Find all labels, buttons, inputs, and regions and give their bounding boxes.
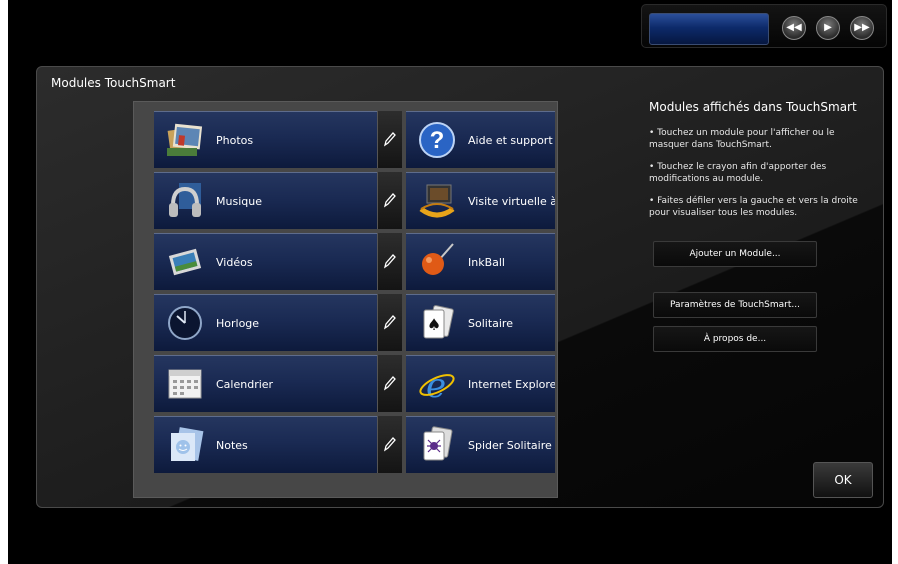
- media-transport-bar: ◀◀ ▶ ▶▶: [641, 4, 887, 48]
- ok-button[interactable]: OK: [813, 462, 873, 498]
- module-label: InkBall: [468, 256, 505, 269]
- module-notes[interactable]: Notes: [154, 416, 377, 473]
- internet-explorer-icon: e: [419, 366, 455, 404]
- module-videos[interactable]: Vidéos: [154, 233, 377, 290]
- edit-pencil-icon[interactable]: [377, 172, 402, 229]
- modules-dialog: Modules TouchSmart Photos Musique Vidéos…: [36, 66, 884, 508]
- edit-pencil-icon[interactable]: [377, 294, 402, 351]
- edit-pencil-icon[interactable]: [377, 416, 402, 473]
- module-label: Musique: [216, 195, 262, 208]
- module-label: Internet Explorer: [468, 378, 555, 391]
- svg-text:♠: ♠: [427, 315, 441, 334]
- module-photos[interactable]: Photos: [154, 111, 377, 168]
- add-module-button[interactable]: Ajouter un Module...: [653, 241, 817, 267]
- calendar-icon: [168, 369, 202, 399]
- edit-pencil-icon[interactable]: [377, 355, 402, 412]
- module-music[interactable]: Musique: [154, 172, 377, 229]
- module-spider-solitaire[interactable]: Spider Solitaire: [406, 416, 555, 473]
- info-heading: Modules affichés dans TouchSmart: [649, 100, 857, 114]
- music-icon: [169, 183, 201, 217]
- module-help[interactable]: ? Aide et support: [406, 111, 555, 168]
- svg-text:e: e: [426, 366, 446, 404]
- module-label: Visite virtuelle à 36: [468, 195, 555, 208]
- module-clock[interactable]: Horloge: [154, 294, 377, 351]
- module-internet-explorer[interactable]: e Internet Explorer: [406, 355, 555, 412]
- play-icon[interactable]: ▶: [816, 16, 840, 40]
- edit-pencil-icon[interactable]: [377, 111, 402, 168]
- module-label: Notes: [216, 439, 248, 452]
- module-label: Calendrier: [216, 378, 274, 391]
- module-calendar[interactable]: Calendrier: [154, 355, 377, 412]
- module-virtual-tour[interactable]: Visite virtuelle à 36: [406, 172, 555, 229]
- info-bullet: • Touchez un module pour l'afficher ou l…: [649, 128, 835, 150]
- clock-icon: [168, 306, 202, 340]
- modules-grid: Photos Musique Vidéos Horloge Calendrier…: [133, 101, 558, 498]
- media-display: [649, 13, 769, 45]
- dialog-title: Modules TouchSmart: [51, 76, 176, 90]
- inkball-icon: [422, 243, 454, 275]
- desktop-background: ◀◀ ▶ ▶▶ Modules TouchSmart Photos Musiqu…: [8, 0, 892, 564]
- info-bullet: • Faites défiler vers la gauche et vers …: [649, 196, 858, 218]
- fast-forward-icon[interactable]: ▶▶: [850, 16, 874, 40]
- module-solitaire[interactable]: ♠ Solitaire: [406, 294, 555, 351]
- photos-icon: [167, 123, 203, 156]
- module-inkball[interactable]: InkBall: [406, 233, 555, 290]
- svg-text:?: ?: [430, 127, 445, 154]
- module-label: Vidéos: [216, 256, 253, 269]
- about-button[interactable]: À propos de...: [653, 326, 817, 352]
- info-bullet: • Touchez le crayon afin d'apporter des …: [649, 162, 827, 184]
- module-label: Spider Solitaire: [468, 439, 552, 452]
- module-label: Solitaire: [468, 317, 513, 330]
- module-label: Horloge: [216, 317, 260, 330]
- videos-icon: [168, 248, 202, 276]
- touchsmart-settings-button[interactable]: Paramètres de TouchSmart...: [653, 292, 817, 318]
- rewind-icon[interactable]: ◀◀: [782, 16, 806, 40]
- spider-solitaire-icon: [423, 426, 453, 461]
- virtual-tour-icon: [419, 184, 455, 218]
- help-icon: ?: [419, 122, 455, 158]
- solitaire-icon: ♠: [423, 305, 454, 339]
- notes-icon: [171, 427, 204, 461]
- module-label: Aide et support: [468, 134, 553, 147]
- module-label: Photos: [216, 134, 254, 147]
- edit-pencil-icon[interactable]: [377, 233, 402, 290]
